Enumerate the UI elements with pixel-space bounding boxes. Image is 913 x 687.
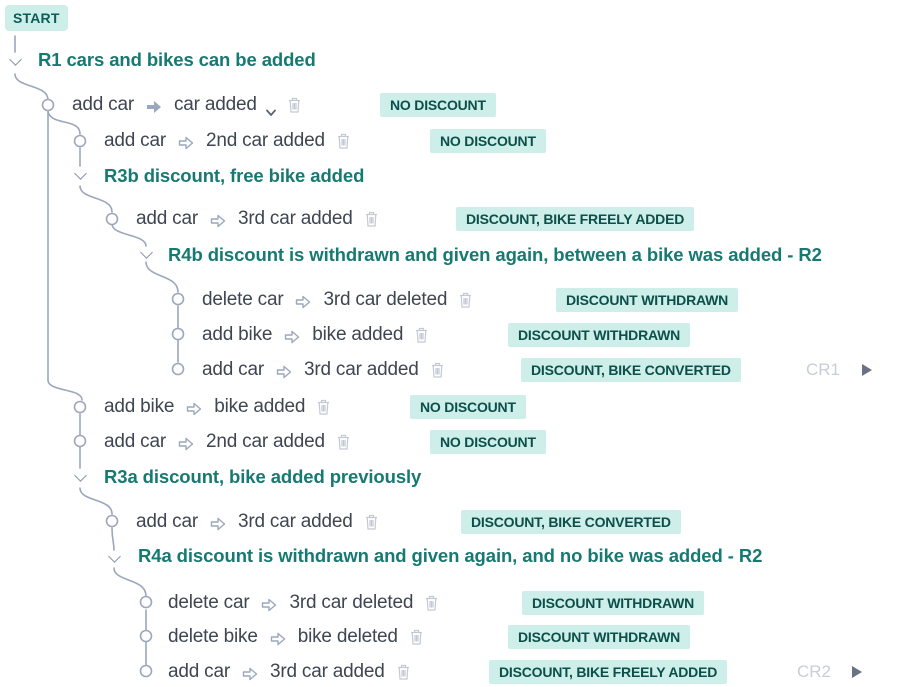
step-action: add car [168,661,230,682]
step-row[interactable]: add car car added [72,92,301,118]
cr-label: CR2 [797,662,832,681]
step-action: add car [136,208,198,229]
arrow-right-icon [295,293,311,309]
discount-status-tag: NO DISCOUNT [430,129,546,153]
trash-icon[interactable] [459,292,472,308]
play-icon[interactable] [852,666,862,678]
start-badge: START [5,5,68,31]
step-row[interactable]: delete bike bike deleted [168,624,423,650]
trash-icon[interactable] [397,664,410,680]
step-action: add car [136,511,198,532]
step-row[interactable]: add bike bike added [202,322,428,348]
discount-status-tag: DISCOUNT, BIKE CONVERTED [521,358,741,382]
arrow-right-icon [210,212,226,228]
discount-status-tag: DISCOUNT WITHDRAWN [522,591,705,615]
trash-icon[interactable] [425,595,438,611]
discount-status-tag: NO DISCOUNT [410,395,526,419]
step-result: bike deleted [297,626,398,647]
step-row[interactable]: add car 3rd car added [202,357,444,383]
trash-icon[interactable] [365,514,378,530]
step-result: 3rd car deleted [323,289,448,310]
arrow-right-icon [146,98,162,113]
step-row[interactable]: delete car 3rd car deleted [168,590,438,616]
rule-r4a: R4a discount is withdrawn and given agai… [138,545,763,566]
step-result: 2nd car added [205,130,325,151]
trash-icon[interactable] [288,97,301,113]
trash-icon[interactable] [365,211,378,227]
discount-status-tag: DISCOUNT, BIKE FREELY ADDED [456,207,695,231]
arrow-right-icon [284,328,300,344]
discount-status-tag: NO DISCOUNT [380,93,496,117]
rule-r3a: R3a discount, bike added previously [104,466,422,487]
discount-status-tag: DISCOUNT, BIKE CONVERTED [461,510,681,534]
step-result: 3rd car added [303,359,419,380]
discount-status-tag: DISCOUNT WITHDRAWN [508,323,691,347]
step-row[interactable]: add car 3rd car added [136,509,378,535]
trash-icon[interactable] [317,399,330,415]
trash-icon[interactable] [337,434,350,450]
arrow-right-icon [276,363,292,379]
step-row[interactable]: add car 3rd car added [168,659,410,685]
step-result: 3rd car deleted [289,592,414,613]
step-row[interactable]: add car 3rd car added [136,206,378,232]
rule-r1: R1 cars and bikes can be added [38,49,316,70]
arrow-right-icon [178,134,194,150]
discount-status-tag: NO DISCOUNT [430,430,546,454]
step-result: 2nd car added [205,431,325,452]
step-row[interactable]: add car 2nd car added [104,128,350,154]
step-action: add car [202,359,264,380]
step-result: 3rd car added [237,208,353,229]
arrow-right-icon [270,630,286,646]
discount-status-tag: DISCOUNT WITHDRAWN [508,625,691,649]
step-action: add car [104,130,166,151]
step-result: car added [173,94,257,115]
chevron-down-icon[interactable] [265,101,276,116]
step-row[interactable]: delete car 3rd car deleted [202,287,472,313]
rule-r3b: R3b discount, free bike added [104,165,365,186]
trash-icon[interactable] [410,629,423,645]
discount-status-tag: DISCOUNT WITHDRAWN [556,288,739,312]
trash-icon[interactable] [431,362,444,378]
step-result: 3rd car added [237,511,353,532]
step-action: delete car [168,592,250,613]
step-action: add bike [104,396,175,417]
trash-icon[interactable] [415,327,428,343]
step-action: add car [72,94,134,115]
arrow-right-icon [261,596,277,612]
cr-label: CR1 [806,360,841,379]
arrow-right-icon [186,400,202,416]
rule-r4b: R4b discount is withdrawn and given agai… [168,244,822,265]
step-row[interactable]: add car 2nd car added [104,429,350,455]
arrow-right-icon [242,665,258,681]
step-action: delete bike [168,626,258,647]
step-action: add car [104,431,166,452]
play-icon[interactable] [862,364,872,376]
arrow-right-icon [178,435,194,451]
step-action: delete car [202,289,284,310]
discount-status-tag: DISCOUNT, BIKE FREELY ADDED [489,660,728,684]
step-result: bike added [214,396,306,417]
arrow-right-icon [210,515,226,531]
trash-icon[interactable] [337,133,350,149]
step-result: 3rd car added [269,661,385,682]
step-result: bike added [312,324,404,345]
step-action: add bike [202,324,273,345]
step-row[interactable]: add bike bike added [104,394,330,420]
